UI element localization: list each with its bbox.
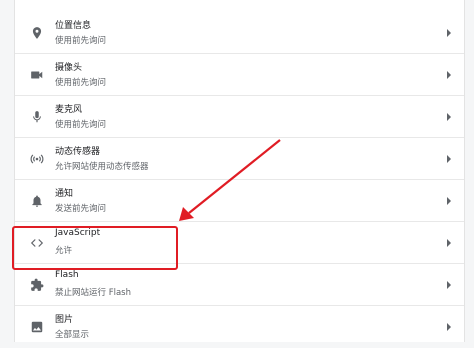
row-subtitle: 使用前先询问 bbox=[55, 36, 107, 46]
microphone-icon bbox=[33, 110, 41, 122]
image-icon bbox=[31, 321, 43, 333]
row-subtitle: 使用前先询问 bbox=[55, 78, 107, 88]
row-subtitle: 使用前先询问 bbox=[55, 120, 107, 130]
javascript-highlight-box bbox=[12, 226, 178, 270]
row-title: 位置信息 bbox=[55, 21, 92, 31]
row-title: 动态传感器 bbox=[55, 147, 101, 157]
row-subtitle: 全部显示 bbox=[55, 330, 90, 340]
settings-row-camera[interactable]: 摄像头 使用前先询问 bbox=[15, 54, 464, 96]
puzzle-icon bbox=[31, 278, 44, 291]
settings-row-location[interactable]: 位置信息 使用前先询问 bbox=[15, 12, 464, 54]
row-subtitle: 发送前先询问 bbox=[55, 204, 107, 214]
row-title: Flash bbox=[55, 270, 79, 280]
location-pin-icon bbox=[32, 26, 42, 39]
chevron-right-icon bbox=[447, 70, 451, 79]
settings-row-flash[interactable]: Flash 禁止网站运行 Flash bbox=[15, 264, 464, 306]
settings-row-microphone[interactable]: 麦克风 使用前先询问 bbox=[15, 96, 464, 138]
site-settings-panel: 位置信息 使用前先询问 摄像头 使用前先询问 麦克风 使用前先询问 动态传感器 … bbox=[14, 0, 465, 342]
camera-icon bbox=[31, 71, 43, 78]
row-subtitle: 允许网站使用动态传感器 bbox=[55, 162, 149, 172]
row-subtitle: 禁止网站运行 Flash bbox=[55, 288, 131, 298]
chevron-right-icon bbox=[447, 28, 451, 37]
chevron-right-icon bbox=[447, 280, 451, 289]
row-title: 摄像头 bbox=[55, 63, 83, 73]
chevron-right-icon bbox=[447, 112, 451, 121]
bell-icon bbox=[32, 194, 42, 207]
settings-row-notifications[interactable]: 通知 发送前先询问 bbox=[15, 180, 464, 222]
settings-row-motion-sensors[interactable]: 动态传感器 允许网站使用动态传感器 bbox=[15, 138, 464, 180]
row-title: 麦克风 bbox=[55, 105, 83, 115]
row-title: 图片 bbox=[55, 315, 74, 325]
chevron-right-icon bbox=[447, 323, 451, 331]
chevron-right-icon bbox=[447, 238, 451, 247]
chevron-right-icon bbox=[447, 196, 451, 205]
sensors-icon bbox=[30, 153, 44, 164]
chevron-right-icon bbox=[447, 154, 451, 163]
row-title: 通知 bbox=[55, 189, 74, 199]
